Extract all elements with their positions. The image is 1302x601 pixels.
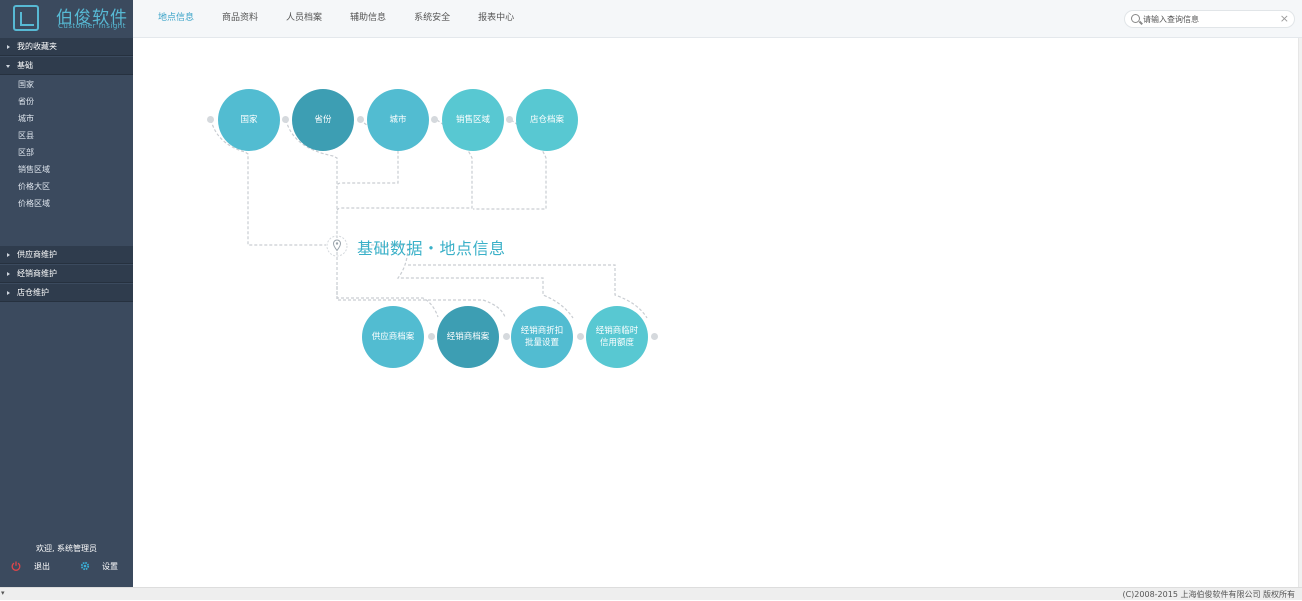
caret-right-icon — [7, 272, 10, 276]
sidebar-group-label: 店仓维护 — [17, 288, 49, 297]
node-label: 经销商档案 — [446, 332, 490, 342]
sidebar-item-country[interactable]: 国家 — [0, 76, 133, 93]
sidebar-group-label: 经销商维护 — [17, 269, 57, 278]
logo-icon — [13, 5, 39, 31]
gear-icon — [80, 561, 90, 571]
footer: ▾ (C)2008-2015 上海伯俊软件有限公司 版权所有 — [0, 587, 1302, 600]
connector-dot — [506, 116, 513, 123]
connector-dot — [431, 116, 438, 123]
scrollbar[interactable] — [1298, 38, 1302, 587]
main-nav: 地点信息 商品资料 人员档案 辅助信息 系统安全 报表中心 — [158, 0, 542, 38]
connector-dot — [577, 333, 584, 340]
corner-mark: ▾ — [1, 589, 5, 597]
nav-tab-location-info[interactable]: 地点信息 — [158, 0, 194, 38]
connector-dot — [503, 333, 510, 340]
node-label: 国家 — [240, 115, 258, 125]
sidebar-group-store[interactable]: 店仓维护 — [0, 284, 133, 302]
connector-dot — [357, 116, 364, 123]
node-country[interactable]: 国家 — [218, 89, 280, 151]
logo[interactable]: 伯俊软件 Customer Insight — [0, 0, 133, 38]
nav-tab-personnel-files[interactable]: 人员档案 — [286, 0, 322, 38]
sidebar-group-favorites[interactable]: 我的收藏夹 — [0, 38, 133, 56]
search-icon[interactable] — [1131, 14, 1140, 23]
sidebar-group-supplier[interactable]: 供应商维护 — [0, 246, 133, 264]
node-dealer-discount[interactable]: 经销商折扣 批量设置 — [511, 306, 573, 368]
caret-right-icon — [7, 253, 10, 257]
logout-label: 退出 — [34, 561, 50, 571]
connector-dot — [207, 116, 214, 123]
node-label: 店仓档案 — [529, 115, 564, 125]
top-header: 伯俊软件 Customer Insight 地点信息 商品资料 人员档案 辅助信… — [0, 0, 1302, 38]
sidebar-item-region[interactable]: 区部 — [0, 144, 133, 161]
nav-tab-product-data[interactable]: 商品资料 — [222, 0, 258, 38]
brand-tagline: Customer Insight — [58, 22, 126, 30]
node-label: 城市 — [389, 115, 407, 125]
settings-label: 设置 — [102, 561, 118, 571]
flow-diagram: 国家 省份 城市 销售区域 店仓档案 基础数据・地点信息 供应商档案 经销商档案… — [133, 38, 1302, 587]
sidebar-group-dealer[interactable]: 经销商维护 — [0, 265, 133, 283]
power-icon — [11, 561, 21, 571]
sidebar-item-price-area[interactable]: 价格区域 — [0, 195, 133, 212]
diagram-title: 基础数据・地点信息 — [357, 239, 506, 258]
caret-right-icon — [7, 291, 10, 295]
sidebar-group-label: 基础 — [17, 61, 33, 70]
copyright-text: (C)2008-2015 上海伯俊软件有限公司 版权所有 — [1122, 590, 1295, 599]
connector-dot — [651, 333, 658, 340]
settings-button[interactable]: 设置 — [80, 559, 118, 573]
sidebar-item-sales-area[interactable]: 销售区域 — [0, 161, 133, 178]
connector-dot — [282, 116, 289, 123]
sidebar-group-label: 我的收藏夹 — [17, 42, 57, 51]
node-sales-area[interactable]: 销售区域 — [442, 89, 504, 151]
clear-icon[interactable]: × — [1280, 12, 1289, 26]
node-label: 经销商折扣 批量设置 — [520, 326, 564, 348]
node-label: 供应商档案 — [371, 332, 415, 342]
logout-button[interactable]: 退出 — [11, 559, 50, 573]
node-label: 销售区域 — [455, 115, 490, 125]
sidebar-group-basic[interactable]: 基础 — [0, 57, 133, 75]
node-label: 省份 — [314, 115, 332, 125]
connector-dot — [428, 333, 435, 340]
search-input[interactable] — [1143, 12, 1278, 26]
location-pin-icon — [326, 235, 348, 257]
nav-tab-report-center[interactable]: 报表中心 — [478, 0, 514, 38]
node-province[interactable]: 省份 — [292, 89, 354, 151]
node-dealer-files[interactable]: 经销商档案 — [437, 306, 499, 368]
nav-tab-auxiliary-info[interactable]: 辅助信息 — [350, 0, 386, 38]
caret-right-icon — [7, 45, 10, 49]
nav-tab-system-security[interactable]: 系统安全 — [414, 0, 450, 38]
sidebar-group-label: 供应商维护 — [17, 250, 57, 259]
welcome-text: 欢迎, 系统管理员 — [35, 544, 98, 553]
sidebar-item-district[interactable]: 区县 — [0, 127, 133, 144]
node-city[interactable]: 城市 — [367, 89, 429, 151]
sidebar: 我的收藏夹 基础 国家 省份 城市 区县 区部 销售区域 价格大区 价格区域 供… — [0, 38, 133, 587]
sidebar-item-city[interactable]: 城市 — [0, 110, 133, 127]
node-dealer-credit[interactable]: 经销商临时 信用额度 — [586, 306, 648, 368]
node-store-files[interactable]: 店仓档案 — [516, 89, 578, 151]
node-supplier-files[interactable]: 供应商档案 — [362, 306, 424, 368]
search-box: × — [1124, 10, 1295, 28]
sidebar-item-province[interactable]: 省份 — [0, 93, 133, 110]
sidebar-item-price-zone[interactable]: 价格大区 — [0, 178, 133, 195]
node-label: 经销商临时 信用额度 — [595, 326, 639, 348]
caret-down-icon — [6, 65, 10, 68]
